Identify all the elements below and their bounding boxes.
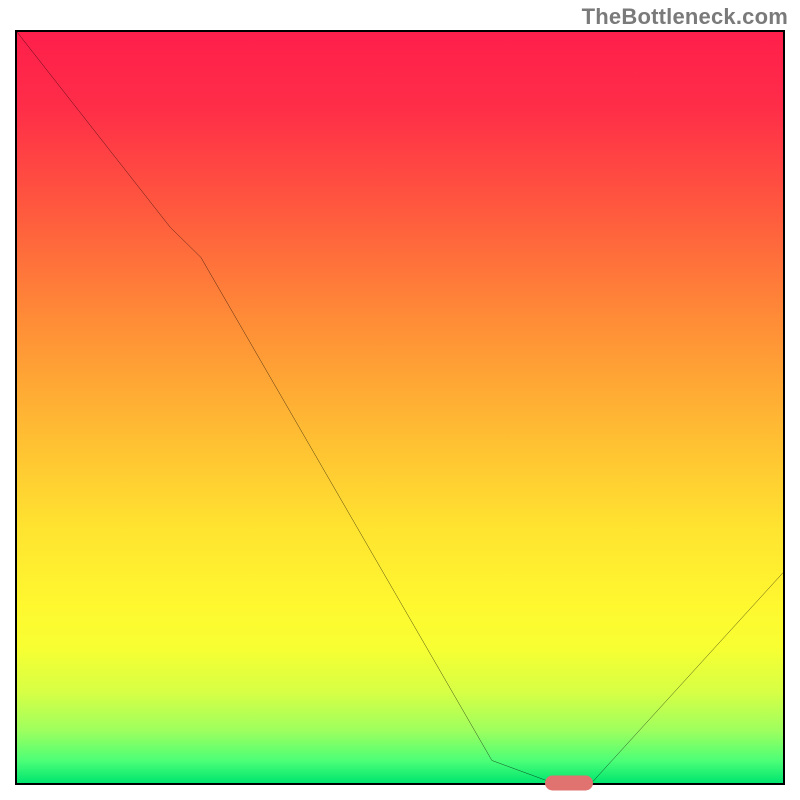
chart-stage: TheBottleneck.com <box>0 0 800 800</box>
optimal-marker <box>545 776 593 791</box>
line-curve <box>17 32 783 783</box>
series-path <box>17 32 783 783</box>
chart-plot-area <box>15 30 785 785</box>
watermark-text: TheBottleneck.com <box>582 4 788 30</box>
